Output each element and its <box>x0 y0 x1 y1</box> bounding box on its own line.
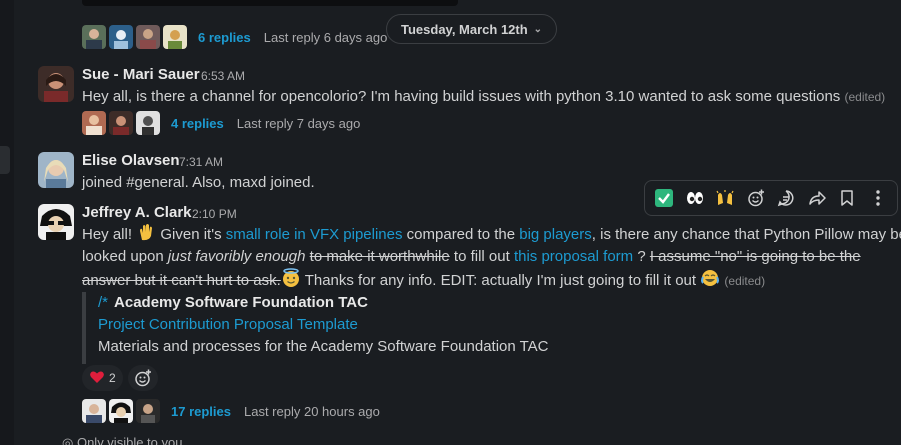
avatar[interactable] <box>38 66 74 102</box>
reply-count[interactable]: 6 replies <box>198 30 251 45</box>
thread-summary-previous[interactable]: 6 replies Last reply 6 days ago <box>82 24 387 50</box>
message-body: Hey all! Given it's small role in VFX pi… <box>82 222 901 292</box>
add-reaction-button[interactable] <box>128 365 158 391</box>
avatar[interactable] <box>38 204 74 240</box>
avatar <box>136 111 160 135</box>
date-divider[interactable]: Tuesday, March 12th ⌄ <box>386 14 558 44</box>
white-check-mark-icon[interactable] <box>650 184 678 212</box>
avatar <box>136 25 160 49</box>
avatar <box>109 399 133 423</box>
reaction-heart[interactable]: 2 <box>82 365 123 391</box>
edited-label: (edited) <box>844 90 886 104</box>
avatar <box>109 25 133 49</box>
reply-count[interactable]: 17 replies <box>171 404 231 419</box>
message-timestamp[interactable]: 6:53 AM <box>201 69 245 83</box>
last-reply-time: Last reply 20 hours ago <box>244 403 380 419</box>
last-reply-time: Last reply 7 days ago <box>236 115 361 131</box>
avatar <box>163 25 187 49</box>
avatar[interactable] <box>38 152 74 188</box>
bookmark-icon[interactable] <box>833 184 861 212</box>
link-small-role[interactable]: small role in VFX pipelines <box>226 226 403 243</box>
message-author[interactable]: Jeffrey A. Clark <box>82 204 192 221</box>
message-text: Hey all, is there a channel for opencolo… <box>82 86 885 108</box>
more-actions-icon[interactable] <box>864 184 892 212</box>
message-body: joined #general. Also, maxd joined. <box>82 174 315 191</box>
message-actions-toolbar <box>644 180 898 216</box>
asf-logo-icon: /* <box>98 294 109 311</box>
link-proposal-form[interactable]: this proposal form <box>514 248 633 265</box>
message-body: Hey all, is there a channel for opencolo… <box>82 88 841 105</box>
reply-count[interactable]: 4 replies <box>171 116 224 131</box>
avatar <box>82 399 106 423</box>
thread-summary[interactable]: 4 replies Last reply 7 days ago <box>82 110 360 136</box>
thread-summary[interactable]: 17 replies Last reply 20 hours ago <box>82 398 380 424</box>
attachment-title[interactable]: Project Contribution Proposal Template <box>98 314 582 336</box>
link-unfurl-attachment: /* Academy Software Foundation TAC Projec… <box>82 292 582 364</box>
sidebar-edge <box>0 0 14 445</box>
message-timestamp[interactable]: 2:10 PM <box>192 207 237 221</box>
date-label: Tuesday, March 12th <box>401 21 528 37</box>
link-big-players[interactable]: big players <box>519 226 592 243</box>
attachment-source: /* Academy Software Foundation TAC <box>98 294 368 311</box>
avatar <box>136 399 160 423</box>
innocent-emoji <box>281 268 301 287</box>
eye-icon: ◎ <box>62 435 74 445</box>
heart-icon <box>89 370 105 387</box>
share-icon[interactable] <box>803 184 831 212</box>
avatar <box>82 25 106 49</box>
wave-emoji <box>136 222 156 241</box>
edited-label: (edited) <box>724 274 766 288</box>
previous-message-bar <box>82 0 458 6</box>
raised-hands-icon[interactable] <box>711 184 739 212</box>
avatar <box>109 111 133 135</box>
reaction-count: 2 <box>109 371 116 385</box>
last-reply-time: Last reply 6 days ago <box>263 29 388 45</box>
attachment-description: Materials and processes for the Academy … <box>98 338 549 355</box>
add-reaction-icon <box>135 369 151 387</box>
message-author[interactable]: Elise Olavsen <box>82 152 180 169</box>
message-author[interactable]: Sue - Mari Sauer <box>82 66 200 83</box>
chevron-down-icon: ⌄ <box>533 23 543 35</box>
visibility-note: ◎ Only visible to you <box>62 435 182 445</box>
joy-emoji <box>700 268 720 286</box>
avatar <box>82 111 106 135</box>
message-timestamp[interactable]: 7:31 AM <box>179 155 223 169</box>
reply-in-thread-icon[interactable] <box>772 184 800 212</box>
eyes-icon[interactable] <box>681 184 709 212</box>
add-reaction-icon[interactable] <box>742 184 770 212</box>
sidebar-scroll-handle[interactable] <box>0 146 10 174</box>
